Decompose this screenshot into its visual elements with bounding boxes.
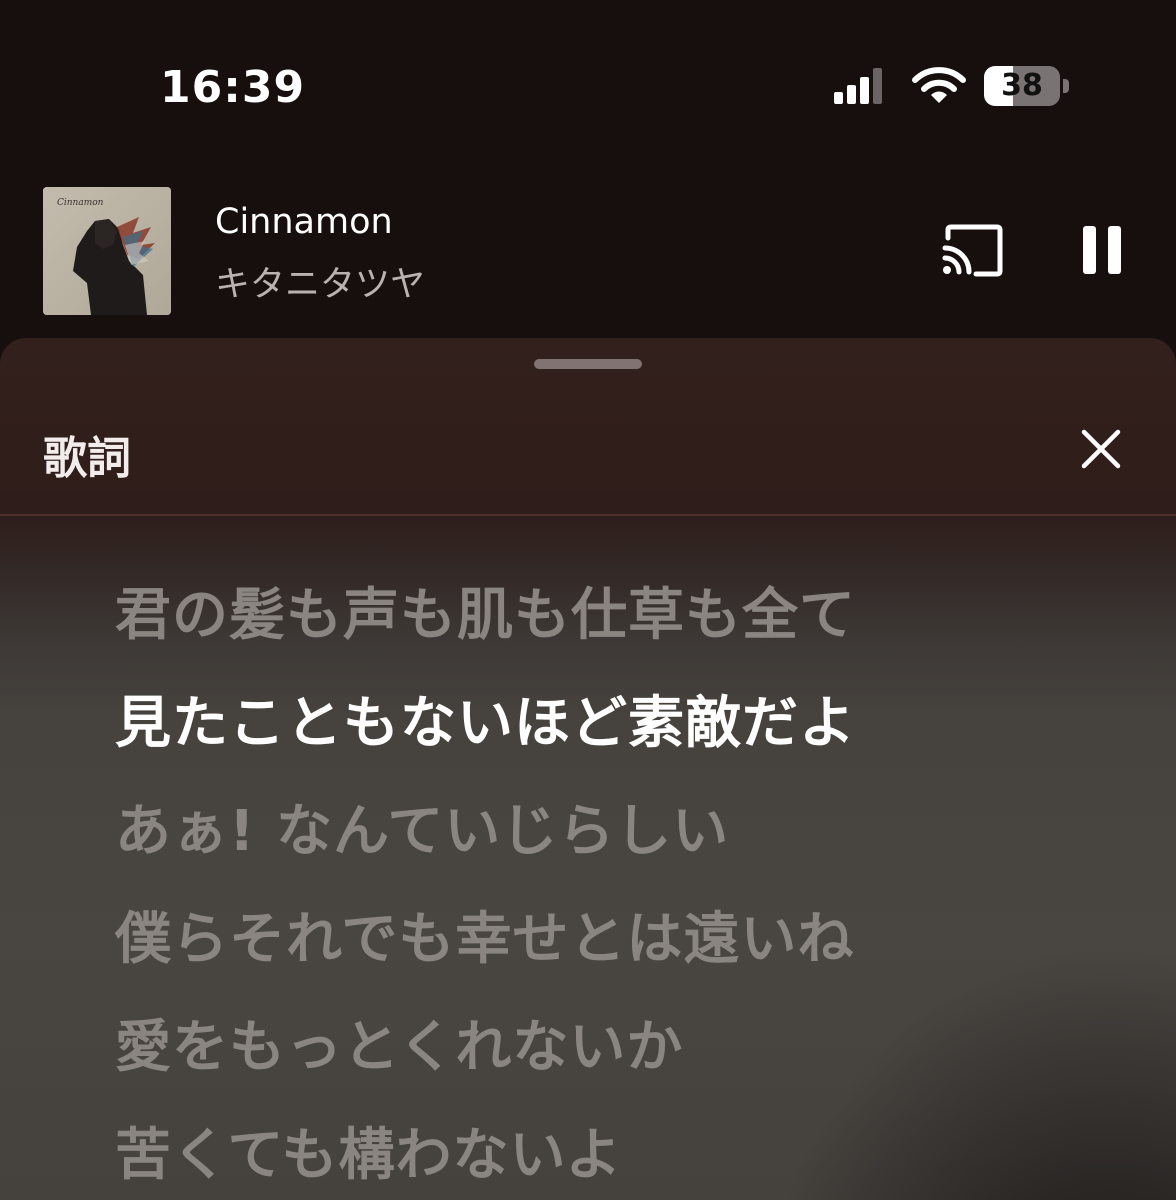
svg-text:Cinnamon: Cinnamon — [57, 198, 104, 208]
battery-level: 38 — [1001, 68, 1043, 103]
sheet-drag-handle[interactable] — [534, 359, 642, 369]
track-artist[interactable]: キタニタツヤ — [215, 256, 425, 307]
sheet-divider — [0, 514, 1176, 516]
lyric-line[interactable]: 愛をもっとくれないか — [115, 1002, 683, 1083]
wifi-icon — [912, 67, 966, 103]
cast-icon — [942, 224, 1003, 277]
close-icon — [1081, 429, 1121, 469]
cellular-signal-icon — [834, 68, 884, 104]
status-time: 16:39 — [160, 62, 306, 113]
album-art[interactable]: Cinnamon — [43, 187, 171, 315]
cast-button[interactable] — [938, 222, 1008, 282]
lyric-line[interactable]: 苦くても構わないよ — [115, 1110, 622, 1191]
sheet-title: 歌詞 — [43, 433, 131, 484]
pause-icon — [1083, 226, 1096, 274]
lyric-line[interactable]: あぁ! なんていじらしい — [115, 786, 729, 867]
lyrics-sheet: 歌詞 君の髪も声も肌も仕草も全て 見たこともないほど素敵だよ あぁ! なんていじ… — [0, 338, 1176, 1200]
lyric-line[interactable]: 君の髪も声も肌も仕草も全て — [115, 570, 856, 651]
lyrics-screen: 16:39 38 Cinnamon Cinnamon キタニタツヤ 歌詞 君の髪… — [0, 0, 1176, 1200]
track-title[interactable]: Cinnamon — [215, 202, 393, 242]
lyric-line[interactable]: 僕らそれでも幸せとは遠いね — [115, 894, 854, 975]
battery-icon: 38 — [984, 66, 1072, 106]
close-button[interactable] — [1074, 422, 1128, 476]
pause-button[interactable] — [1072, 220, 1132, 282]
lyric-line-active[interactable]: 見たこともないほど素敵だよ — [115, 678, 856, 759]
